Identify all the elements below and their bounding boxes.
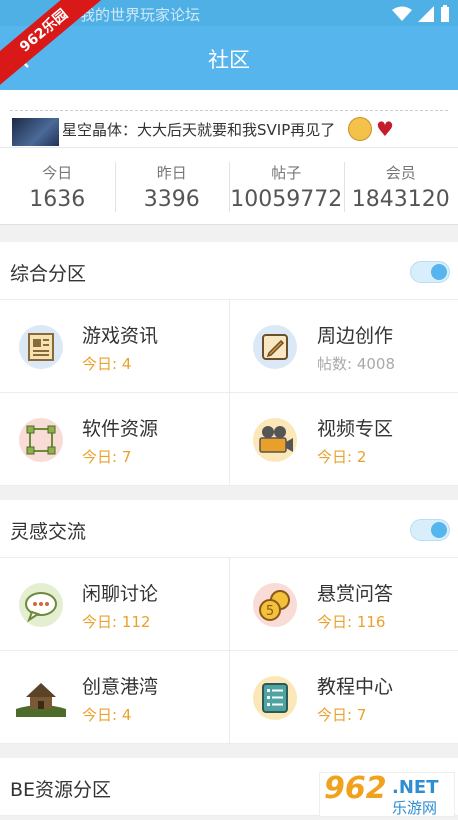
board-count: 今日: 4 <box>82 355 132 373</box>
section-grid-general: 游戏资讯 今日: 4 周边创作 帖数: 4008 软件资源 今日: 7 视频专区… <box>0 300 458 486</box>
stat-label: 帖子 <box>271 164 302 182</box>
board-name: 视频专区 <box>317 418 394 440</box>
section-header-inspiration[interactable]: 灵感交流 <box>0 500 458 558</box>
board-software[interactable]: 软件资源 今日: 7 <box>0 393 229 486</box>
board-chat[interactable]: 闲聊讨论 今日: 112 <box>0 558 229 651</box>
section-toggle[interactable] <box>410 519 450 541</box>
smiley-emoji-icon <box>348 117 372 141</box>
coins-icon: 5 <box>253 583 297 627</box>
board-name: 闲聊讨论 <box>82 583 159 605</box>
signal-icon <box>418 6 434 22</box>
news-icon <box>19 325 63 369</box>
board-tutorials[interactable]: 教程中心 今日: 7 <box>229 651 458 744</box>
board-count: 今日: 116 <box>317 613 386 631</box>
app-bar: 社区 <box>0 26 458 90</box>
board-name: 教程中心 <box>317 676 394 698</box>
board-creative-harbor[interactable]: 创意港湾 今日: 4 <box>0 651 229 744</box>
section-header-general[interactable]: 综合分区 <box>0 242 458 300</box>
watermark-net: .NET <box>392 777 439 798</box>
nodes-icon <box>19 418 63 462</box>
stat-label: 会员 <box>385 164 416 182</box>
board-name: 悬赏问答 <box>317 583 394 605</box>
section-title: BE资源分区 <box>10 779 112 801</box>
section-grid-inspiration: 闲聊讨论 今日: 112 5 悬赏问答 今日: 116 创意港湾 今日: 4 教… <box>0 558 458 744</box>
toggle-knob <box>431 522 447 538</box>
house-icon <box>16 683 66 717</box>
svg-text:5: 5 <box>266 604 274 619</box>
section-title: 灵感交流 <box>10 521 87 543</box>
chat-bubble-icon <box>19 583 63 627</box>
stat-label: 昨日 <box>156 164 187 182</box>
battery-icon <box>441 5 449 22</box>
broken-heart-icon: ♥ <box>376 117 394 141</box>
stat-yesterday: 昨日 3396 <box>114 148 230 224</box>
board-count: 今日: 7 <box>317 706 367 724</box>
stat-value: 1843120 <box>351 187 450 212</box>
forum-stats: 今日 1636 昨日 3396 帖子 10059772 会员 1843120 <box>0 147 458 225</box>
divider <box>10 110 448 111</box>
board-bounty-qa[interactable]: 5 悬赏问答 今日: 116 <box>229 558 458 651</box>
status-icons <box>392 5 450 23</box>
board-name: 创意港湾 <box>82 676 159 698</box>
board-game-news[interactable]: 游戏资讯 今日: 4 <box>0 300 229 393</box>
board-name: 软件资源 <box>82 418 159 440</box>
video-camera-icon <box>253 418 297 462</box>
watermark-site: 乐游网 <box>392 799 438 817</box>
stat-value: 10059772 <box>230 187 343 212</box>
list-icon <box>253 676 297 720</box>
avatar <box>12 118 59 146</box>
board-count: 今日: 7 <box>82 448 132 466</box>
board-count: 今日: 112 <box>82 613 151 631</box>
pencil-icon <box>253 325 297 369</box>
status-notification: 我的世界玩家论坛 <box>80 6 201 24</box>
board-name: 游戏资讯 <box>82 325 159 347</box>
watermark-logo: 962 .NET 乐游网 <box>319 771 455 817</box>
stat-value: 3396 <box>143 187 200 212</box>
board-name: 周边创作 <box>317 325 394 347</box>
notice-text: 星空晶体：大大后天就要和我SVIP再见了 <box>62 121 336 139</box>
board-count: 今日: 2 <box>317 448 367 466</box>
stat-value: 1636 <box>29 187 86 212</box>
stat-today: 今日 1636 <box>0 148 115 224</box>
notice-ticker[interactable]: 星空晶体：大大后天就要和我SVIP再见了 ♥ <box>0 90 458 147</box>
board-count: 帖数: 4008 <box>317 355 395 373</box>
watermark-number: 962 <box>324 771 387 806</box>
wifi-icon <box>392 6 412 21</box>
stat-members: 会员 1843120 <box>343 148 458 224</box>
page-title: 社区 <box>208 48 250 72</box>
board-count: 今日: 4 <box>82 706 132 724</box>
board-video[interactable]: 视频专区 今日: 2 <box>229 393 458 486</box>
section-title: 综合分区 <box>10 263 87 285</box>
stat-label: 今日 <box>42 164 73 182</box>
board-fan-creations[interactable]: 周边创作 帖数: 4008 <box>229 300 458 393</box>
toggle-knob <box>431 264 447 280</box>
section-toggle[interactable] <box>410 261 450 283</box>
stat-posts: 帖子 10059772 <box>229 148 344 224</box>
